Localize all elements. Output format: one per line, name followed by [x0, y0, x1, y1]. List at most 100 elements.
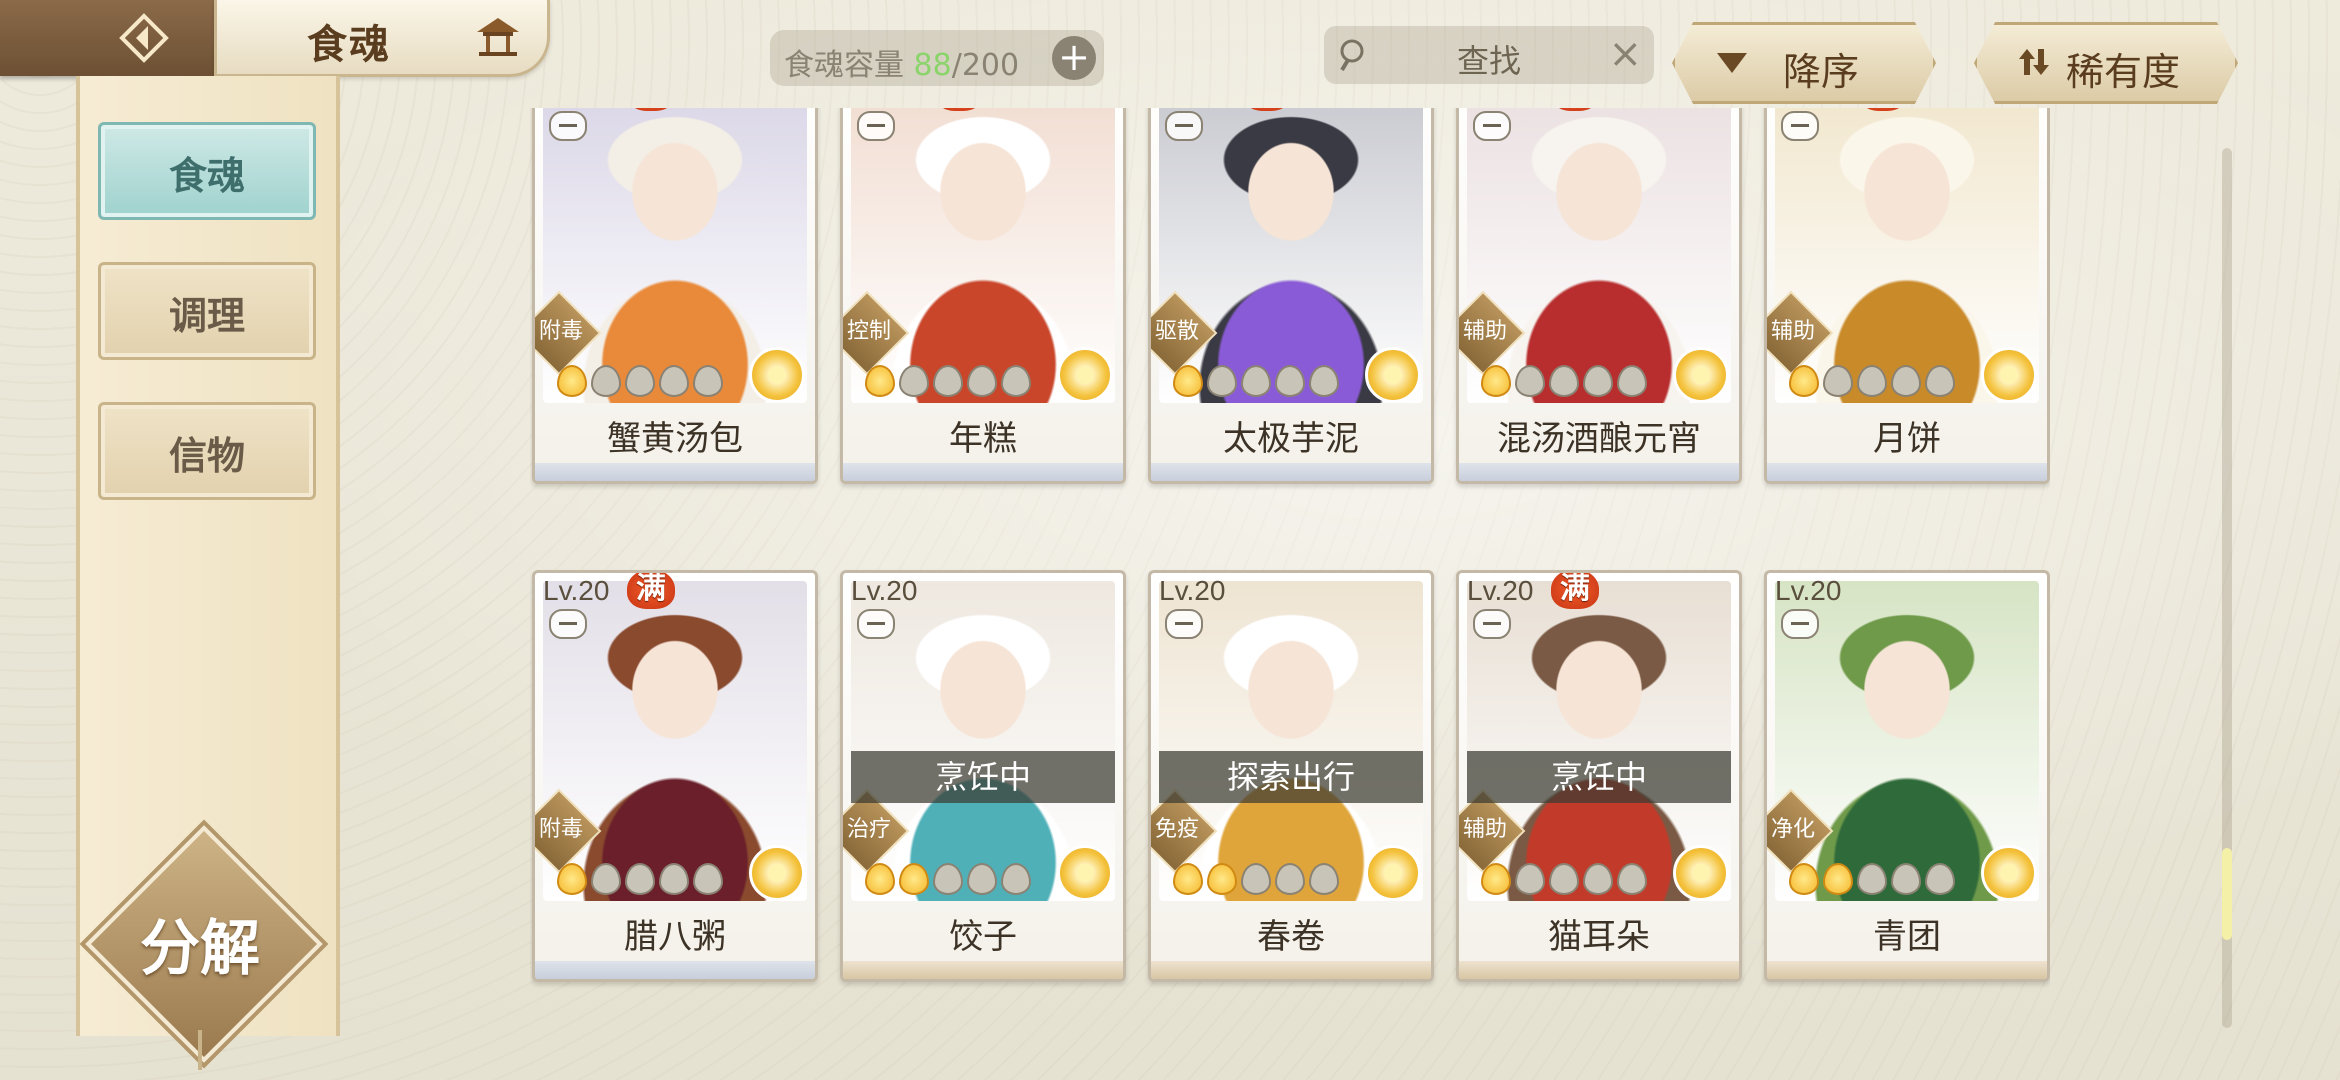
flame-star-empty-icon — [591, 365, 621, 397]
flame-star-filled-icon — [1789, 365, 1819, 397]
max-level-badge: 满 — [627, 573, 675, 609]
lock-toggle-icon[interactable] — [1165, 609, 1203, 639]
star-rating — [1481, 863, 1651, 895]
page-title: 食魂 — [307, 21, 391, 68]
food-soul-name: 腊八粥 — [624, 917, 726, 957]
food-soul-card[interactable]: Lv.20 治疗 烹饪中 饺子 — [840, 570, 1126, 982]
decompose-label: 分解 — [140, 914, 260, 984]
flame-star-empty-icon — [625, 863, 655, 895]
flame-star-empty-icon — [1515, 365, 1545, 397]
rarity-flower-icon — [1981, 845, 2037, 901]
flame-star-filled-icon — [865, 863, 895, 895]
food-soul-card[interactable]: Lv.20满辅助月饼 — [1764, 108, 2050, 484]
tassel-ornament — [198, 1030, 202, 1070]
food-soul-name: 混汤酒酿元宵 — [1497, 419, 1701, 459]
card-footer — [1151, 961, 1431, 979]
rarity-label: 稀有度 — [2065, 50, 2180, 94]
tab-conditioning[interactable]: 调理 — [98, 262, 316, 360]
lock-toggle-icon[interactable] — [1781, 609, 1819, 639]
sort-order-button[interactable]: 降序 — [1672, 22, 1936, 104]
search-box[interactable]: 查找 × — [1324, 26, 1654, 84]
lock-toggle-icon[interactable] — [1165, 111, 1203, 141]
level-label: Lv.20 — [543, 108, 609, 109]
lock-toggle-icon[interactable] — [549, 609, 587, 639]
food-soul-card[interactable]: Lv.20满控制年糕 — [840, 108, 1126, 484]
flame-star-empty-icon — [591, 863, 621, 895]
flame-star-empty-icon — [967, 365, 997, 397]
flame-star-empty-icon — [659, 365, 689, 397]
flame-star-empty-icon — [693, 365, 723, 397]
flame-star-empty-icon — [693, 863, 723, 895]
star-rating — [1789, 863, 1959, 895]
star-rating — [1173, 365, 1343, 397]
back-button[interactable] — [0, 0, 228, 76]
flame-star-empty-icon — [1925, 365, 1955, 397]
rarity-flower-icon — [1365, 845, 1421, 901]
flame-star-empty-icon — [1583, 863, 1613, 895]
food-soul-card[interactable]: Lv.20 满附毒 腊八粥 — [532, 570, 818, 982]
lock-toggle-icon[interactable] — [1781, 111, 1819, 141]
level-label: Lv.20 — [851, 575, 918, 606]
lock-toggle-icon[interactable] — [857, 609, 895, 639]
rarity-flower-icon — [749, 347, 805, 403]
role-label: 驱散 — [1154, 319, 1199, 344]
food-soul-card[interactable]: Lv.20 满辅助 烹饪中 猫耳朵 — [1456, 570, 1742, 982]
flame-star-empty-icon — [1515, 863, 1545, 895]
card-footer — [1767, 463, 2047, 481]
status-banner: 烹饪中 — [851, 751, 1115, 803]
flame-star-empty-icon — [1823, 365, 1853, 397]
card-footer — [843, 463, 1123, 481]
food-soul-name: 饺子 — [949, 917, 1017, 957]
food-soul-card[interactable]: Lv.20 净化 青团 — [1764, 570, 2050, 982]
flame-star-filled-icon — [557, 365, 587, 397]
pavilion-icon[interactable] — [473, 14, 523, 58]
rarity-sort-button[interactable]: 稀有度 — [1974, 22, 2238, 104]
tab-label: 食魂 — [168, 153, 245, 198]
back-arrow-icon — [119, 13, 169, 63]
star-rating — [865, 365, 1035, 397]
role-label: 控制 — [846, 319, 891, 344]
food-soul-card[interactable]: Lv.20满附毒蟹黄汤包 — [532, 108, 818, 484]
level-label: Lv.20 — [1159, 108, 1225, 109]
search-input[interactable]: 查找 — [1324, 36, 1654, 82]
level-label: Lv.20 — [1467, 575, 1534, 606]
tab-label: 信物 — [168, 433, 245, 478]
lock-toggle-icon[interactable] — [1473, 111, 1511, 141]
flame-star-empty-icon — [933, 365, 963, 397]
food-soul-name: 年糕 — [949, 419, 1017, 459]
flame-star-empty-icon — [1617, 863, 1647, 895]
level-label: Lv.20 — [851, 108, 917, 109]
food-soul-card[interactable]: Lv.20满驱散太极芋泥 — [1148, 108, 1434, 484]
flame-star-empty-icon — [1617, 365, 1647, 397]
lock-toggle-icon[interactable] — [857, 111, 895, 141]
tab-food-souls[interactable]: 食魂 — [98, 122, 316, 220]
flame-star-filled-icon — [1173, 863, 1203, 895]
star-rating — [1481, 365, 1651, 397]
lock-toggle-icon[interactable] — [549, 111, 587, 141]
flame-star-empty-icon — [625, 365, 655, 397]
flame-star-empty-icon — [1549, 365, 1579, 397]
flame-star-empty-icon — [1001, 365, 1031, 397]
food-soul-card[interactable]: Lv.20 免疫 探索出行 春卷 — [1148, 570, 1434, 982]
level-label: Lv.20 — [1775, 108, 1841, 109]
tab-tokens[interactable]: 信物 — [98, 402, 316, 500]
card-footer — [1459, 961, 1739, 979]
lock-toggle-icon[interactable] — [1473, 609, 1511, 639]
food-soul-name: 猫耳朵 — [1548, 917, 1650, 957]
scrollbar-thumb[interactable] — [2222, 848, 2232, 940]
flame-star-filled-icon — [1173, 365, 1203, 397]
flame-star-filled-icon — [899, 863, 929, 895]
role-label: 辅助 — [1462, 319, 1507, 344]
level-label: Lv.20 — [1467, 108, 1533, 109]
flame-star-empty-icon — [1925, 863, 1955, 895]
add-capacity-button[interactable]: + — [1052, 36, 1096, 80]
food-soul-name: 太极芋泥 — [1223, 419, 1359, 459]
flame-star-empty-icon — [1241, 365, 1271, 397]
clear-icon[interactable]: × — [1608, 32, 1642, 76]
capacity-separator: / — [951, 48, 962, 83]
role-label: 辅助 — [1462, 817, 1507, 842]
food-soul-card[interactable]: Lv.20满辅助混汤酒酿元宵 — [1456, 108, 1742, 484]
capacity-max: 200 — [961, 48, 1020, 83]
rarity-flower-icon — [749, 845, 805, 901]
flame-star-empty-icon — [933, 863, 963, 895]
